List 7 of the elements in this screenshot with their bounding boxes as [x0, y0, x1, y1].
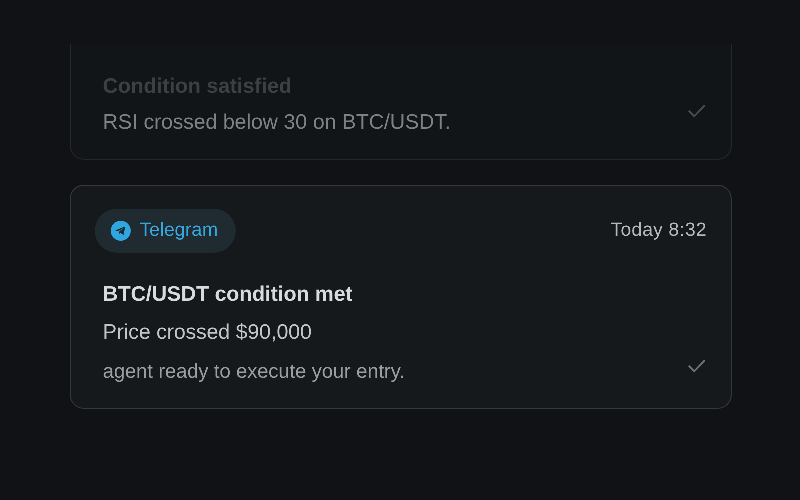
- timestamp: Today 8:32: [611, 220, 707, 242]
- notification-text: Price crossed $90,000: [103, 321, 313, 345]
- notification-text: RSI crossed below 30 on BTC/USDT.: [103, 111, 451, 135]
- notification-text: agent ready to execute your entry.: [103, 361, 406, 384]
- paper-plane-icon: [111, 221, 131, 241]
- channel-badge: Telegram: [95, 209, 236, 253]
- notification-title: BTC/USDT condition met: [103, 283, 354, 307]
